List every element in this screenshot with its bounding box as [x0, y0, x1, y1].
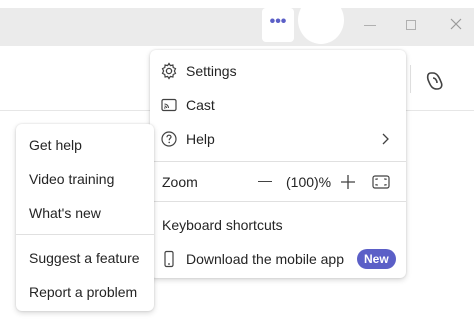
- menu-item-help[interactable]: Help: [150, 122, 406, 156]
- fit-screen-icon[interactable]: [372, 175, 390, 189]
- menu-separator: [16, 234, 154, 235]
- menu-item-cast[interactable]: Cast: [150, 88, 406, 122]
- menu-item-settings[interactable]: Settings: [150, 54, 406, 88]
- menu-separator: [150, 201, 406, 202]
- menu-item-keyboard-shortcuts-label: Keyboard shortcuts: [162, 217, 283, 233]
- more-options-button[interactable]: •••: [262, 8, 294, 42]
- zoom-value: (100)%: [286, 174, 332, 190]
- help-circle-icon: [161, 131, 177, 147]
- maximize-icon[interactable]: [406, 20, 416, 30]
- zoom-label: Zoom: [162, 174, 198, 190]
- help-item-report-problem[interactable]: Report a problem: [29, 284, 137, 300]
- minus-icon[interactable]: [258, 181, 272, 182]
- help-item-suggest-feature[interactable]: Suggest a feature: [29, 250, 140, 266]
- gear-icon: [161, 62, 177, 80]
- phone-icon: [164, 250, 174, 268]
- chevron-right-icon: [382, 133, 389, 145]
- menu-item-settings-label: Settings: [186, 63, 237, 79]
- more-options-icon: •••: [269, 13, 287, 30]
- menu-item-download-mobile-app-label: Download the mobile app: [186, 251, 344, 267]
- menu-item-cast-label: Cast: [186, 97, 215, 113]
- cast-icon: [161, 98, 177, 112]
- help-item-whats-new[interactable]: What's new: [29, 205, 101, 221]
- menu-separator: [150, 161, 406, 162]
- more-options-menu: Settings Cast Help Zoom (100)% Keyboard: [150, 50, 406, 278]
- zoom-row: Zoom: [150, 165, 406, 199]
- help-submenu: Get help Video training What's new Sugge…: [16, 124, 154, 311]
- close-icon[interactable]: [449, 16, 463, 32]
- help-item-get-help[interactable]: Get help: [29, 137, 82, 153]
- menu-item-help-label: Help: [186, 131, 215, 147]
- plus-icon[interactable]: [340, 174, 356, 190]
- help-item-video-training[interactable]: Video training: [29, 171, 114, 187]
- toolbar-divider: [410, 65, 411, 93]
- new-badge: New: [357, 249, 396, 269]
- minimize-icon[interactable]: [364, 25, 376, 26]
- title-bar-top-strip: [0, 0, 474, 8]
- copilot-icon[interactable]: [424, 70, 446, 92]
- menu-item-keyboard-shortcuts[interactable]: Keyboard shortcuts: [150, 208, 406, 242]
